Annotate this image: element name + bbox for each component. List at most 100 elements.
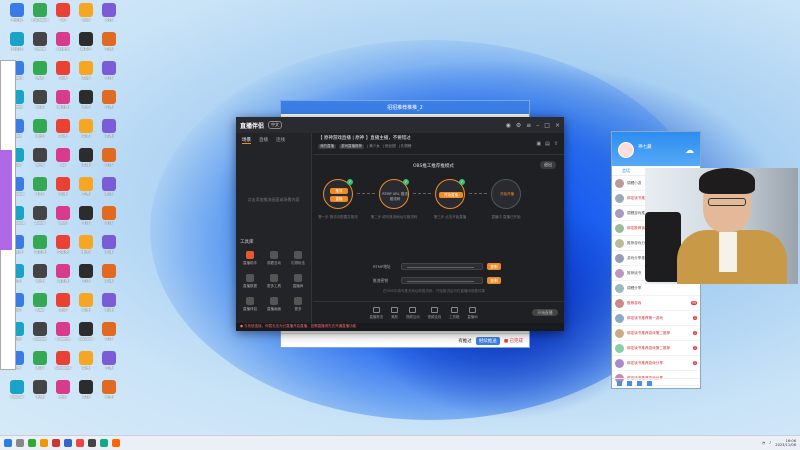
tool-icon <box>294 251 302 259</box>
qq-app-icon[interactable] <box>627 381 632 386</box>
screenshot-icon[interactable]: ▣ <box>536 141 541 147</box>
beauty-icon <box>391 306 399 313</box>
desktop-icon-label: 工具 <box>105 366 113 370</box>
weather-icon: ☁ <box>685 146 694 156</box>
taskbar-app-icon[interactable] <box>64 439 72 447</box>
share-icon[interactable]: ⇪ <box>554 141 558 147</box>
desktop-icon[interactable]: 表格 <box>96 119 122 138</box>
taskbar-app-icon[interactable] <box>40 439 48 447</box>
obs-note: 在OBS中填写推流地址和推流码，开始推流后可在直播间观看效果 <box>383 289 485 293</box>
avatar[interactable] <box>618 142 634 158</box>
rtmp-field[interactable] <box>401 263 483 270</box>
app-icon <box>79 264 93 278</box>
desktop-icon[interactable]: 文档 <box>96 3 122 22</box>
step-2: ✓ RTMP URL 推流 推流码 <box>379 179 409 209</box>
taskbar-app-icon[interactable] <box>52 439 60 447</box>
toolbar-item-video-connect[interactable]: 视频连线 <box>428 306 441 319</box>
qq-header: 神七藏 ☁ <box>612 132 700 166</box>
desktop-icon[interactable]: 文件 <box>96 148 122 167</box>
search-icon[interactable] <box>16 439 24 447</box>
message-preview: 推荐游戏 <box>627 300 642 305</box>
tool-item[interactable]: 更多 <box>286 297 310 312</box>
desktop-icon-label: 游戏 <box>105 250 113 254</box>
webcam-overlay <box>645 168 798 284</box>
start-live-button[interactable]: 开始直播 <box>532 309 558 316</box>
list-item[interactable]: 绑定读书推荐游戏第二推荐 1 <box>612 326 700 341</box>
desktop-icon[interactable]: 游戏 <box>96 264 122 283</box>
menu-icon[interactable]: ≡ <box>526 122 531 129</box>
tool-item[interactable]: 直播间 <box>286 274 310 289</box>
list-item[interactable]: 绑定读书推荐游戏分享 1 <box>612 356 700 371</box>
taskbar: ◔ ♪ 16:06 2023/11/06 <box>0 435 800 450</box>
step-4: 开始开播 <box>491 179 521 209</box>
qq-file-icon[interactable] <box>637 381 642 386</box>
desktop-icon[interactable]: 表格 <box>96 32 122 51</box>
desktop-icon-label: 收藏 <box>105 308 113 312</box>
taskbar-app-icon[interactable] <box>76 439 84 447</box>
taskbar-app-icon[interactable] <box>100 439 108 447</box>
wifi-icon[interactable]: ◔ <box>762 441 765 445</box>
live-companion-window[interactable]: 直播伴侣 中文 ◉ ⚙ ≡ – □ × 场景 直播 连线 点击添加推流画面或场景… <box>236 117 564 331</box>
toolbar-item-video-interact[interactable]: 视频互动 <box>406 306 420 319</box>
app-icon <box>102 380 116 394</box>
toolbar-item-beauty[interactable]: 美颜 <box>391 306 399 319</box>
start-icon[interactable] <box>4 439 12 447</box>
avatar-icon[interactable]: ◉ <box>506 122 511 129</box>
desktop-icon[interactable]: 工具 <box>96 90 122 109</box>
dialog-footer-button-3[interactable]: ■ 已完成 <box>504 338 523 344</box>
tool-item[interactable]: 直播伴侣 <box>238 297 262 312</box>
side-window-purple[interactable] <box>0 150 12 250</box>
desktop-icon[interactable]: 文件 <box>96 206 122 225</box>
stream-key-field[interactable] <box>401 277 483 284</box>
version-badge[interactable]: 中文 <box>268 121 283 129</box>
exit-obs-mode-button[interactable]: 退出 <box>540 161 556 169</box>
tool-item[interactable]: 直播画面 <box>262 297 286 312</box>
desktop-icon[interactable]: 收藏 <box>96 293 122 312</box>
desktop-icon[interactable]: 工具 <box>96 351 122 370</box>
minimize-icon[interactable]: – <box>536 122 539 129</box>
tool-item[interactable]: 更多工具 <box>262 274 286 289</box>
message-preview: 锦鲤分享 <box>627 285 642 290</box>
qq-more-icon[interactable] <box>647 381 652 386</box>
desktop-icon[interactable]: 软件 <box>96 177 122 196</box>
toolbar-item-toolbox[interactable]: 工具箱 <box>449 306 459 319</box>
copy-key-button[interactable]: 复制 <box>487 277 501 284</box>
tool-item[interactable]: 观看互动 <box>262 251 286 266</box>
toolbar-item-stream[interactable]: 直播推流 <box>369 306 383 319</box>
tool-item[interactable]: 直播助手 <box>238 251 262 266</box>
settings-icon[interactable]: ⚙ <box>516 122 521 129</box>
room-chip-2[interactable]: 游戏直播推荐 <box>339 144 364 149</box>
app-icon <box>102 293 116 307</box>
dialog-footer-button-1[interactable]: 有推过 <box>458 338 472 344</box>
dialog-footer-button-2[interactable]: 继续推送 <box>475 336 500 345</box>
taskbar-app-icon[interactable] <box>112 439 120 447</box>
qq-menu-icon[interactable] <box>617 381 622 386</box>
room-chip-1[interactable]: 我的直播 <box>318 144 336 149</box>
copy-rtmp-button[interactable]: 复制 <box>487 263 501 270</box>
tool-item[interactable]: 直播数据 <box>238 274 262 289</box>
message-preview: 绑定读书推荐游戏分享 <box>627 360 663 365</box>
taskbar-app-icon[interactable] <box>88 439 96 447</box>
tool-item[interactable]: 礼物玩法 <box>286 251 310 266</box>
list-item[interactable]: 绑定读书推荐游戏第二推荐 1 <box>612 341 700 356</box>
tab-connect[interactable]: 连线 <box>276 137 285 144</box>
tab-live[interactable]: 直播 <box>259 137 268 144</box>
toolbar-item-room[interactable]: 直播间 <box>467 306 478 319</box>
app-logo: 直播伴侣 <box>240 122 265 130</box>
desktop-icon[interactable]: 设置 <box>96 380 122 399</box>
volume-icon[interactable]: ♪ <box>769 441 771 445</box>
tool-label: 直播伴侣 <box>243 307 257 311</box>
room-title[interactable]: 【 原神游戏直播 | 原神 】直播主播，不要错过 <box>318 135 559 141</box>
clock[interactable]: 16:06 2023/11/06 <box>775 439 796 447</box>
taskbar-app-icon[interactable] <box>28 439 36 447</box>
maximize-icon[interactable]: □ <box>544 122 550 129</box>
close-icon[interactable]: × <box>555 122 560 129</box>
desktop-icon[interactable]: 文件 <box>96 61 122 80</box>
desktop-icon[interactable]: 游戏 <box>96 235 122 254</box>
list-item[interactable]: 绑定读书推荐第一游戏 1 <box>612 311 700 326</box>
list-item[interactable]: 推荐游戏 99 <box>612 296 700 311</box>
avatar <box>615 313 624 323</box>
tab-scene[interactable]: 场景 <box>242 137 251 144</box>
desktop-icon[interactable]: 文件 <box>96 322 122 341</box>
layout-icon[interactable]: ▤ <box>545 141 550 147</box>
